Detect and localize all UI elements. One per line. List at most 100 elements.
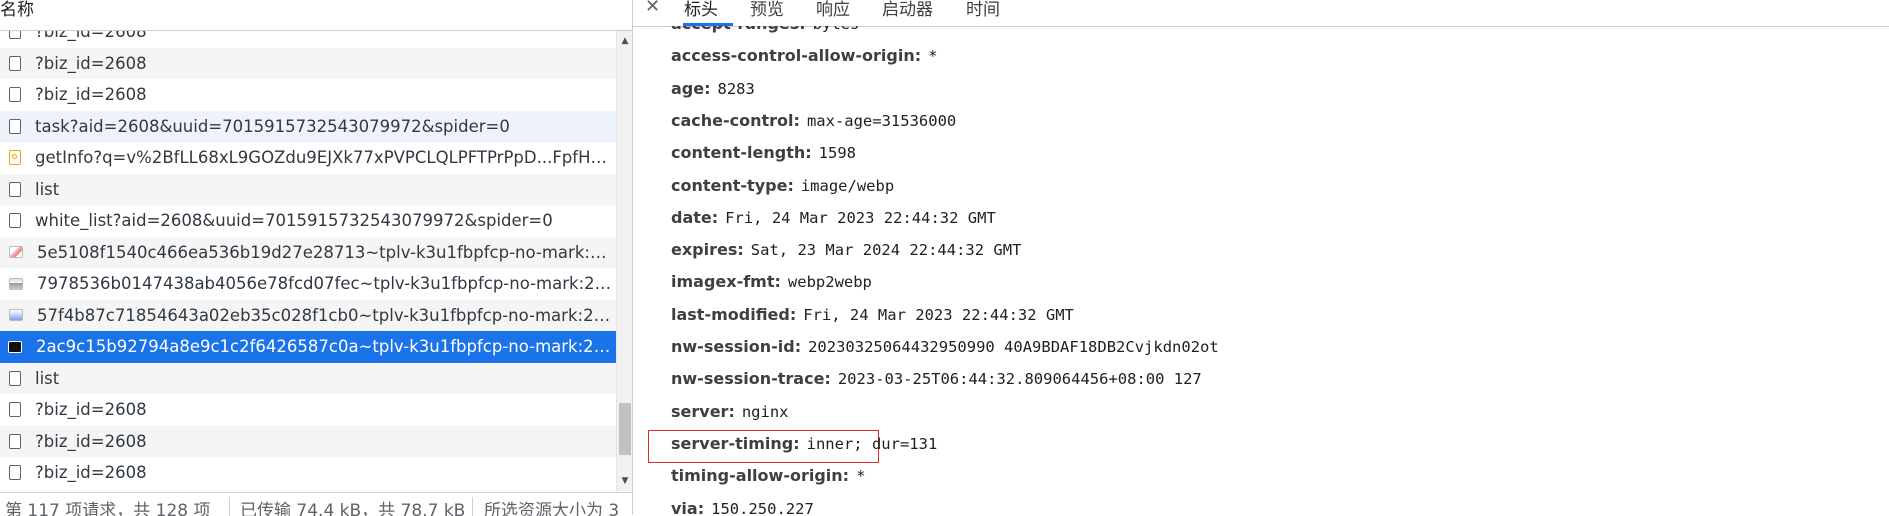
scrollbar-thumb[interactable]: [619, 403, 631, 455]
request-list-scrollbar[interactable]: ▲ ▼: [616, 31, 633, 491]
request-row[interactable]: list: [0, 362, 616, 394]
tab-preview[interactable]: 预览: [750, 0, 784, 20]
response-header-row: access-control-allow-origin: *: [671, 46, 937, 70]
response-header-row: age:8283: [671, 79, 755, 103]
request-row[interactable]: list: [0, 173, 616, 205]
request-row[interactable]: 5e5108f1540c466ea536b19d27e28713~tplv-k3…: [0, 236, 616, 268]
header-value: Fri, 24 Mar 2023 22:44:32 GMT: [803, 305, 1074, 324]
request-name: list: [35, 368, 60, 388]
details-tab-bar: ✕ 标头 预览 响应 启动器 时间: [633, 0, 1889, 27]
header-separator: :: [787, 175, 794, 195]
header-name: server: [671, 401, 729, 421]
request-row[interactable]: 2ac9c15b92794a8e9c1c2f6426587c0a~tplv-k3…: [0, 331, 616, 363]
details-pane: ✕ 标头 预览 响应 启动器 时间 accept-ranges:bytesacc…: [633, 0, 1889, 515]
header-separator: :: [728, 401, 735, 421]
doc-icon: [9, 118, 21, 134]
close-icon[interactable]: ✕: [645, 0, 660, 17]
request-row[interactable]: 7978536b0147438ab4056e78fcd07fec~tplv-k3…: [0, 268, 616, 300]
status-divider: [229, 497, 230, 516]
header-value: Sat, 23 Mar 2024 22:44:32 GMT: [750, 241, 1022, 260]
status-divider: [472, 497, 473, 516]
response-header-row: nw-session-trace:2023-03-25T06:44:32.809…: [671, 369, 1202, 393]
header-separator: :: [842, 466, 850, 486]
header-name: cache-control: [671, 110, 794, 130]
transferred-size: 已传输 74.4 kB，共 78.7 kB: [240, 501, 466, 516]
image-icon-red: [9, 246, 23, 259]
response-header-row: server-timing: inner; dur=131: [671, 434, 937, 458]
header-name: age: [671, 78, 705, 98]
header-name: expires: [671, 240, 738, 260]
tab-response[interactable]: 响应: [816, 0, 850, 20]
header-name: date: [671, 207, 712, 227]
request-name: white_list?aid=2608&uuid=701591573254307…: [35, 211, 553, 231]
image-icon-grey: [9, 277, 23, 290]
request-name: ?biz_id=2608: [35, 53, 147, 73]
request-row[interactable]: task?aid=2608&uuid=7015915732543079972&s…: [0, 110, 616, 142]
scroll-down-arrow-icon[interactable]: ▼: [617, 473, 633, 489]
script-icon: [9, 150, 21, 166]
selected-resource-size: 所选资源大小为 3: [484, 501, 620, 516]
header-separator: :: [824, 369, 831, 389]
response-header-row: cache-control: max-age=31536000: [671, 111, 956, 135]
name-column-header[interactable]: 名称: [0, 0, 632, 31]
header-separator: :: [789, 304, 797, 324]
doc-icon: [9, 55, 21, 71]
image-icon-blue: [9, 309, 23, 322]
request-row[interactable]: 57f4b87c71854643a02eb35c028f1cb0~tplv-k3…: [0, 299, 616, 331]
status-bar: 第 117 项请求，共 128 项 已传输 74.4 kB，共 78.7 kB …: [0, 492, 632, 516]
header-value: nginx: [741, 402, 789, 421]
header-name: timing-allow-origin: [671, 466, 843, 486]
request-list: ?biz_id=2608 ?biz_id=2608 ?biz_id=2608 task…: [0, 31, 616, 491]
response-header-row: expires: Sat, 23 Mar 2024 22:44:32 GMT: [671, 240, 1021, 264]
request-name: 2ac9c15b92794a8e9c1c2f6426587c0a~tplv-k3…: [36, 337, 614, 357]
request-row[interactable]: ?biz_id=2608: [0, 47, 616, 79]
request-name: ?biz_id=2608: [35, 400, 147, 420]
request-row[interactable]: ?biz_id=2608: [0, 31, 616, 48]
header-value: 2023-03-25T06:44:32.809064456+08:00 127: [837, 370, 1202, 389]
header-name: last-modified: [671, 304, 790, 324]
header-separator: :: [805, 143, 812, 163]
request-list-pane: 名称 ?biz_id=2608 ?biz_id=2608 ?biz_id=2608 t…: [0, 0, 633, 516]
scroll-up-arrow-icon[interactable]: ▲: [617, 33, 633, 49]
header-separator: :: [794, 337, 802, 356]
header-value: 150.250.227: [711, 499, 814, 516]
request-row[interactable]: ?biz_id=2608: [0, 394, 616, 426]
request-row[interactable]: getInfo?q=v%2BfLL68xL9GOZdu9EJXk77xPVPCL…: [0, 142, 616, 174]
doc-icon: [9, 87, 21, 103]
header-value: 20230325064432950990 40A9BDAF18DB2Cvjkdn…: [808, 338, 1219, 356]
header-value: 8283: [717, 79, 755, 98]
doc-icon: [9, 370, 21, 386]
request-name: 5e5108f1540c466ea536b19d27e28713~tplv-k3…: [37, 242, 615, 262]
doc-icon: [9, 465, 21, 481]
header-value: 1598: [818, 144, 856, 163]
request-row[interactable]: white_list?aid=2608&uuid=701591573254307…: [0, 205, 616, 237]
response-header-row: imagex-fmt: webp2webp: [671, 272, 872, 296]
header-name: imagex-fmt: [671, 272, 775, 292]
response-header-row: last-modified: Fri, 24 Mar 2023 22:44:32 …: [671, 305, 1074, 329]
header-separator: :: [793, 110, 800, 130]
response-header-row: nw-session-id:20230325064432950990 40A9B…: [671, 337, 1219, 361]
header-name: server-timing: [671, 433, 794, 453]
header-value: webp2webp: [787, 273, 872, 292]
request-row[interactable]: ?biz_id=2608: [0, 425, 616, 457]
response-header-row: via:150.250.227: [671, 499, 814, 516]
request-name: getInfo?q=v%2BfLL68xL9GOZdu9EJXk77xPVPCL…: [35, 148, 613, 168]
header-name: nw-session-trace: [671, 369, 825, 389]
header-value: *: [856, 467, 866, 486]
header-name: nw-session-id: [671, 337, 795, 356]
tab-timing[interactable]: 时间: [966, 0, 1000, 20]
request-name: ?biz_id=2608: [35, 31, 147, 42]
request-name: ?biz_id=2608: [35, 85, 147, 105]
request-name: list: [35, 179, 60, 199]
response-header-row: date: Fri, 24 Mar 2023 22:44:32 GMT: [671, 208, 996, 232]
tab-headers[interactable]: 标头: [684, 0, 718, 20]
tab-initiator[interactable]: 启动器: [882, 0, 933, 20]
header-name: content-type: [671, 175, 788, 195]
request-row[interactable]: ?biz_id=2608: [0, 457, 616, 489]
header-separator: :: [799, 26, 805, 33]
doc-icon: [9, 181, 21, 197]
doc-icon: [9, 31, 21, 40]
request-row[interactable]: ?biz_id=2608: [0, 79, 616, 111]
header-separator: :: [697, 498, 705, 516]
header-separator: :: [793, 433, 800, 453]
